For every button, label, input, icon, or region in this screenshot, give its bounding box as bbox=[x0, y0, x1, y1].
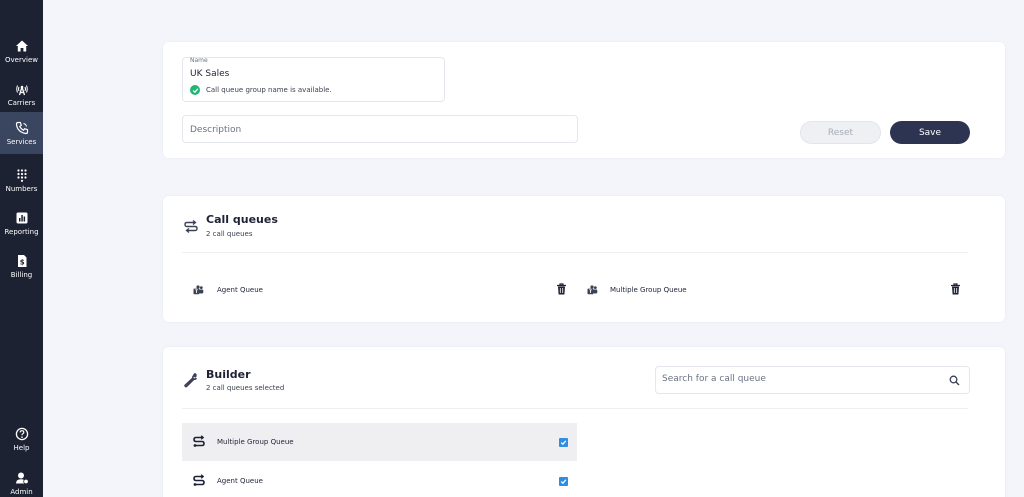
list-item[interactable]: Agent Queue bbox=[182, 462, 577, 497]
builder-card: Builder 2 call queues selected Multiple … bbox=[163, 347, 1005, 497]
sidebar-item-label: Admin bbox=[10, 487, 33, 496]
sidebar-item-label: Services bbox=[6, 137, 37, 146]
sidebar-item-label: Numbers bbox=[5, 184, 38, 193]
save-button[interactable]: Save bbox=[890, 121, 970, 144]
list-item[interactable]: Multiple Group Queue bbox=[182, 423, 577, 461]
sidebar-item-services[interactable]: Services bbox=[0, 112, 43, 154]
sidebar-item-billing[interactable]: $ Billing bbox=[0, 245, 43, 287]
call-queues-card: Call queues 2 call queues T Agent Queue … bbox=[163, 196, 1005, 322]
divider bbox=[182, 252, 968, 253]
sidebar-item-label: Carriers bbox=[7, 98, 36, 107]
trash-icon[interactable] bbox=[556, 283, 567, 295]
description-field[interactable]: Description bbox=[182, 115, 578, 143]
trash-icon[interactable] bbox=[950, 283, 961, 295]
sidebar-item-carriers[interactable]: Carriers bbox=[0, 73, 43, 115]
call-queues-title: Call queues bbox=[206, 213, 278, 226]
dialpad-icon bbox=[16, 168, 27, 182]
search-input[interactable] bbox=[662, 374, 932, 384]
phone-icon bbox=[15, 121, 28, 134]
chart-icon bbox=[16, 212, 27, 223]
sidebar-item-admin[interactable]: Admin bbox=[0, 462, 43, 497]
divider bbox=[182, 408, 968, 409]
queue-item-agent: T Agent Queue bbox=[193, 283, 263, 297]
swap-arrows-icon bbox=[184, 219, 198, 234]
list-item-label: Multiple Group Queue bbox=[217, 438, 294, 446]
teams-icon: T bbox=[587, 284, 598, 295]
sidebar-item-label: Help bbox=[13, 443, 30, 452]
route-icon bbox=[193, 474, 205, 486]
check-circle-icon bbox=[190, 85, 200, 95]
antenna-icon bbox=[15, 84, 28, 95]
list-item-label: Agent Queue bbox=[217, 477, 263, 485]
home-icon bbox=[15, 40, 28, 51]
queue-name: Multiple Group Queue bbox=[610, 286, 687, 294]
builder-title: Builder bbox=[206, 368, 251, 381]
builder-subtitle: 2 call queues selected bbox=[206, 384, 285, 392]
sidebar-item-label: Billing bbox=[10, 270, 33, 279]
name-label: Name bbox=[190, 57, 208, 64]
search-icon[interactable] bbox=[949, 375, 960, 386]
name-value[interactable]: UK Sales bbox=[190, 69, 229, 79]
sidebar-item-label: Overview bbox=[5, 55, 38, 64]
queue-name: Agent Queue bbox=[217, 286, 263, 294]
teams-icon: T bbox=[193, 284, 204, 295]
call-queues-count: 2 call queues bbox=[206, 230, 253, 238]
sidebar-item-help[interactable]: Help bbox=[0, 418, 43, 460]
availability-message: Call queue group name is available. bbox=[190, 85, 332, 95]
queue-item-multiple-group: T Multiple Group Queue bbox=[587, 283, 687, 297]
sidebar-item-numbers[interactable]: Numbers bbox=[0, 159, 43, 201]
search-field[interactable] bbox=[655, 366, 970, 394]
sidebar-item-label: Reporting bbox=[4, 227, 39, 236]
admin-icon bbox=[15, 472, 29, 484]
reset-button[interactable]: Reset bbox=[800, 121, 881, 144]
sidebar-item-reporting[interactable]: Reporting bbox=[0, 202, 43, 244]
checkbox[interactable] bbox=[559, 477, 568, 486]
sidebar-item-overview[interactable]: Overview bbox=[0, 30, 43, 72]
invoice-icon: $ bbox=[17, 254, 26, 267]
help-icon bbox=[15, 427, 28, 440]
name-field[interactable]: Name UK Sales Call queue group name is a… bbox=[182, 57, 445, 102]
sidebar: Overview Carriers Services Numbers Repor… bbox=[0, 0, 43, 497]
checkbox[interactable] bbox=[559, 438, 568, 447]
route-icon bbox=[193, 435, 205, 447]
details-card: Name UK Sales Call queue group name is a… bbox=[163, 42, 1005, 158]
wrench-icon bbox=[184, 373, 197, 388]
svg-text:$: $ bbox=[19, 258, 24, 266]
availability-text: Call queue group name is available. bbox=[206, 86, 332, 94]
